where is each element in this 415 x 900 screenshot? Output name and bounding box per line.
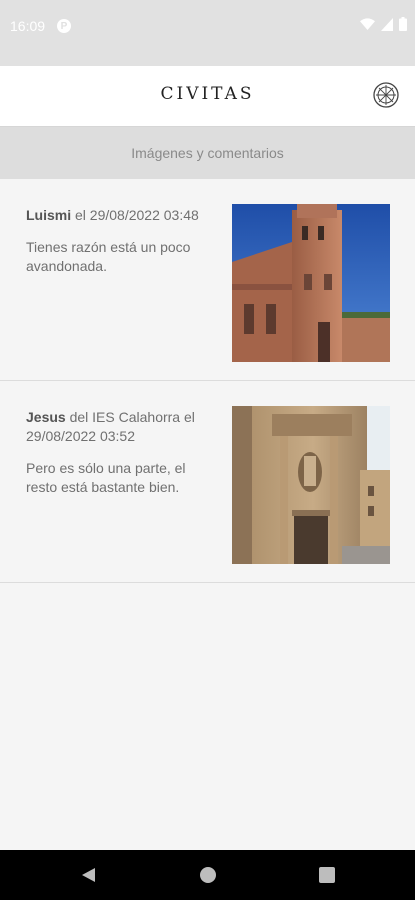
civitas-logo-icon[interactable] <box>373 82 399 108</box>
comment-body: Tienes razón está un poco avandonada. <box>26 239 191 274</box>
app-title: CIVITAS <box>160 84 255 104</box>
status-bar: 16:09 P <box>0 0 415 66</box>
battery-icon <box>399 17 407 31</box>
comment-author: Luismi <box>26 207 72 223</box>
status-icons <box>360 17 407 31</box>
church-tower-photo[interactable] <box>232 204 390 362</box>
comments-list: Luismi el 29/08/2022 03:48 Tienes razón … <box>0 179 415 583</box>
wifi-icon <box>360 17 375 30</box>
comment-item[interactable]: Luismi el 29/08/2022 03:48 Tienes razón … <box>0 179 415 381</box>
comment-date: el 29/08/2022 03:48 <box>71 207 199 223</box>
signal-icon <box>381 17 393 31</box>
comment-body: Pero es sólo una parte, el resto está ba… <box>26 460 186 495</box>
status-time: 16:09 <box>10 18 46 34</box>
cathedral-facade-photo[interactable] <box>232 406 390 564</box>
comment-meta: Jesus del IES Calahorra el 29/08/2022 03… <box>26 408 218 446</box>
comment-meta: Luismi el 29/08/2022 03:48 <box>26 206 218 225</box>
comment-text-block: Jesus del IES Calahorra el 29/08/2022 03… <box>26 408 218 497</box>
home-icon[interactable] <box>200 867 216 883</box>
comment-author: Jesus <box>26 409 66 425</box>
app-bar: CIVITAS <box>0 66 415 127</box>
nav-bar <box>0 850 415 900</box>
back-icon[interactable] <box>80 867 96 883</box>
section-header: Imágenes y comentarios <box>0 127 415 179</box>
recents-icon[interactable] <box>319 867 335 883</box>
comment-item[interactable]: Jesus del IES Calahorra el 29/08/2022 03… <box>0 381 415 583</box>
p-circle-icon: P <box>57 19 71 33</box>
comment-text-block: Luismi el 29/08/2022 03:48 Tienes razón … <box>26 206 218 276</box>
